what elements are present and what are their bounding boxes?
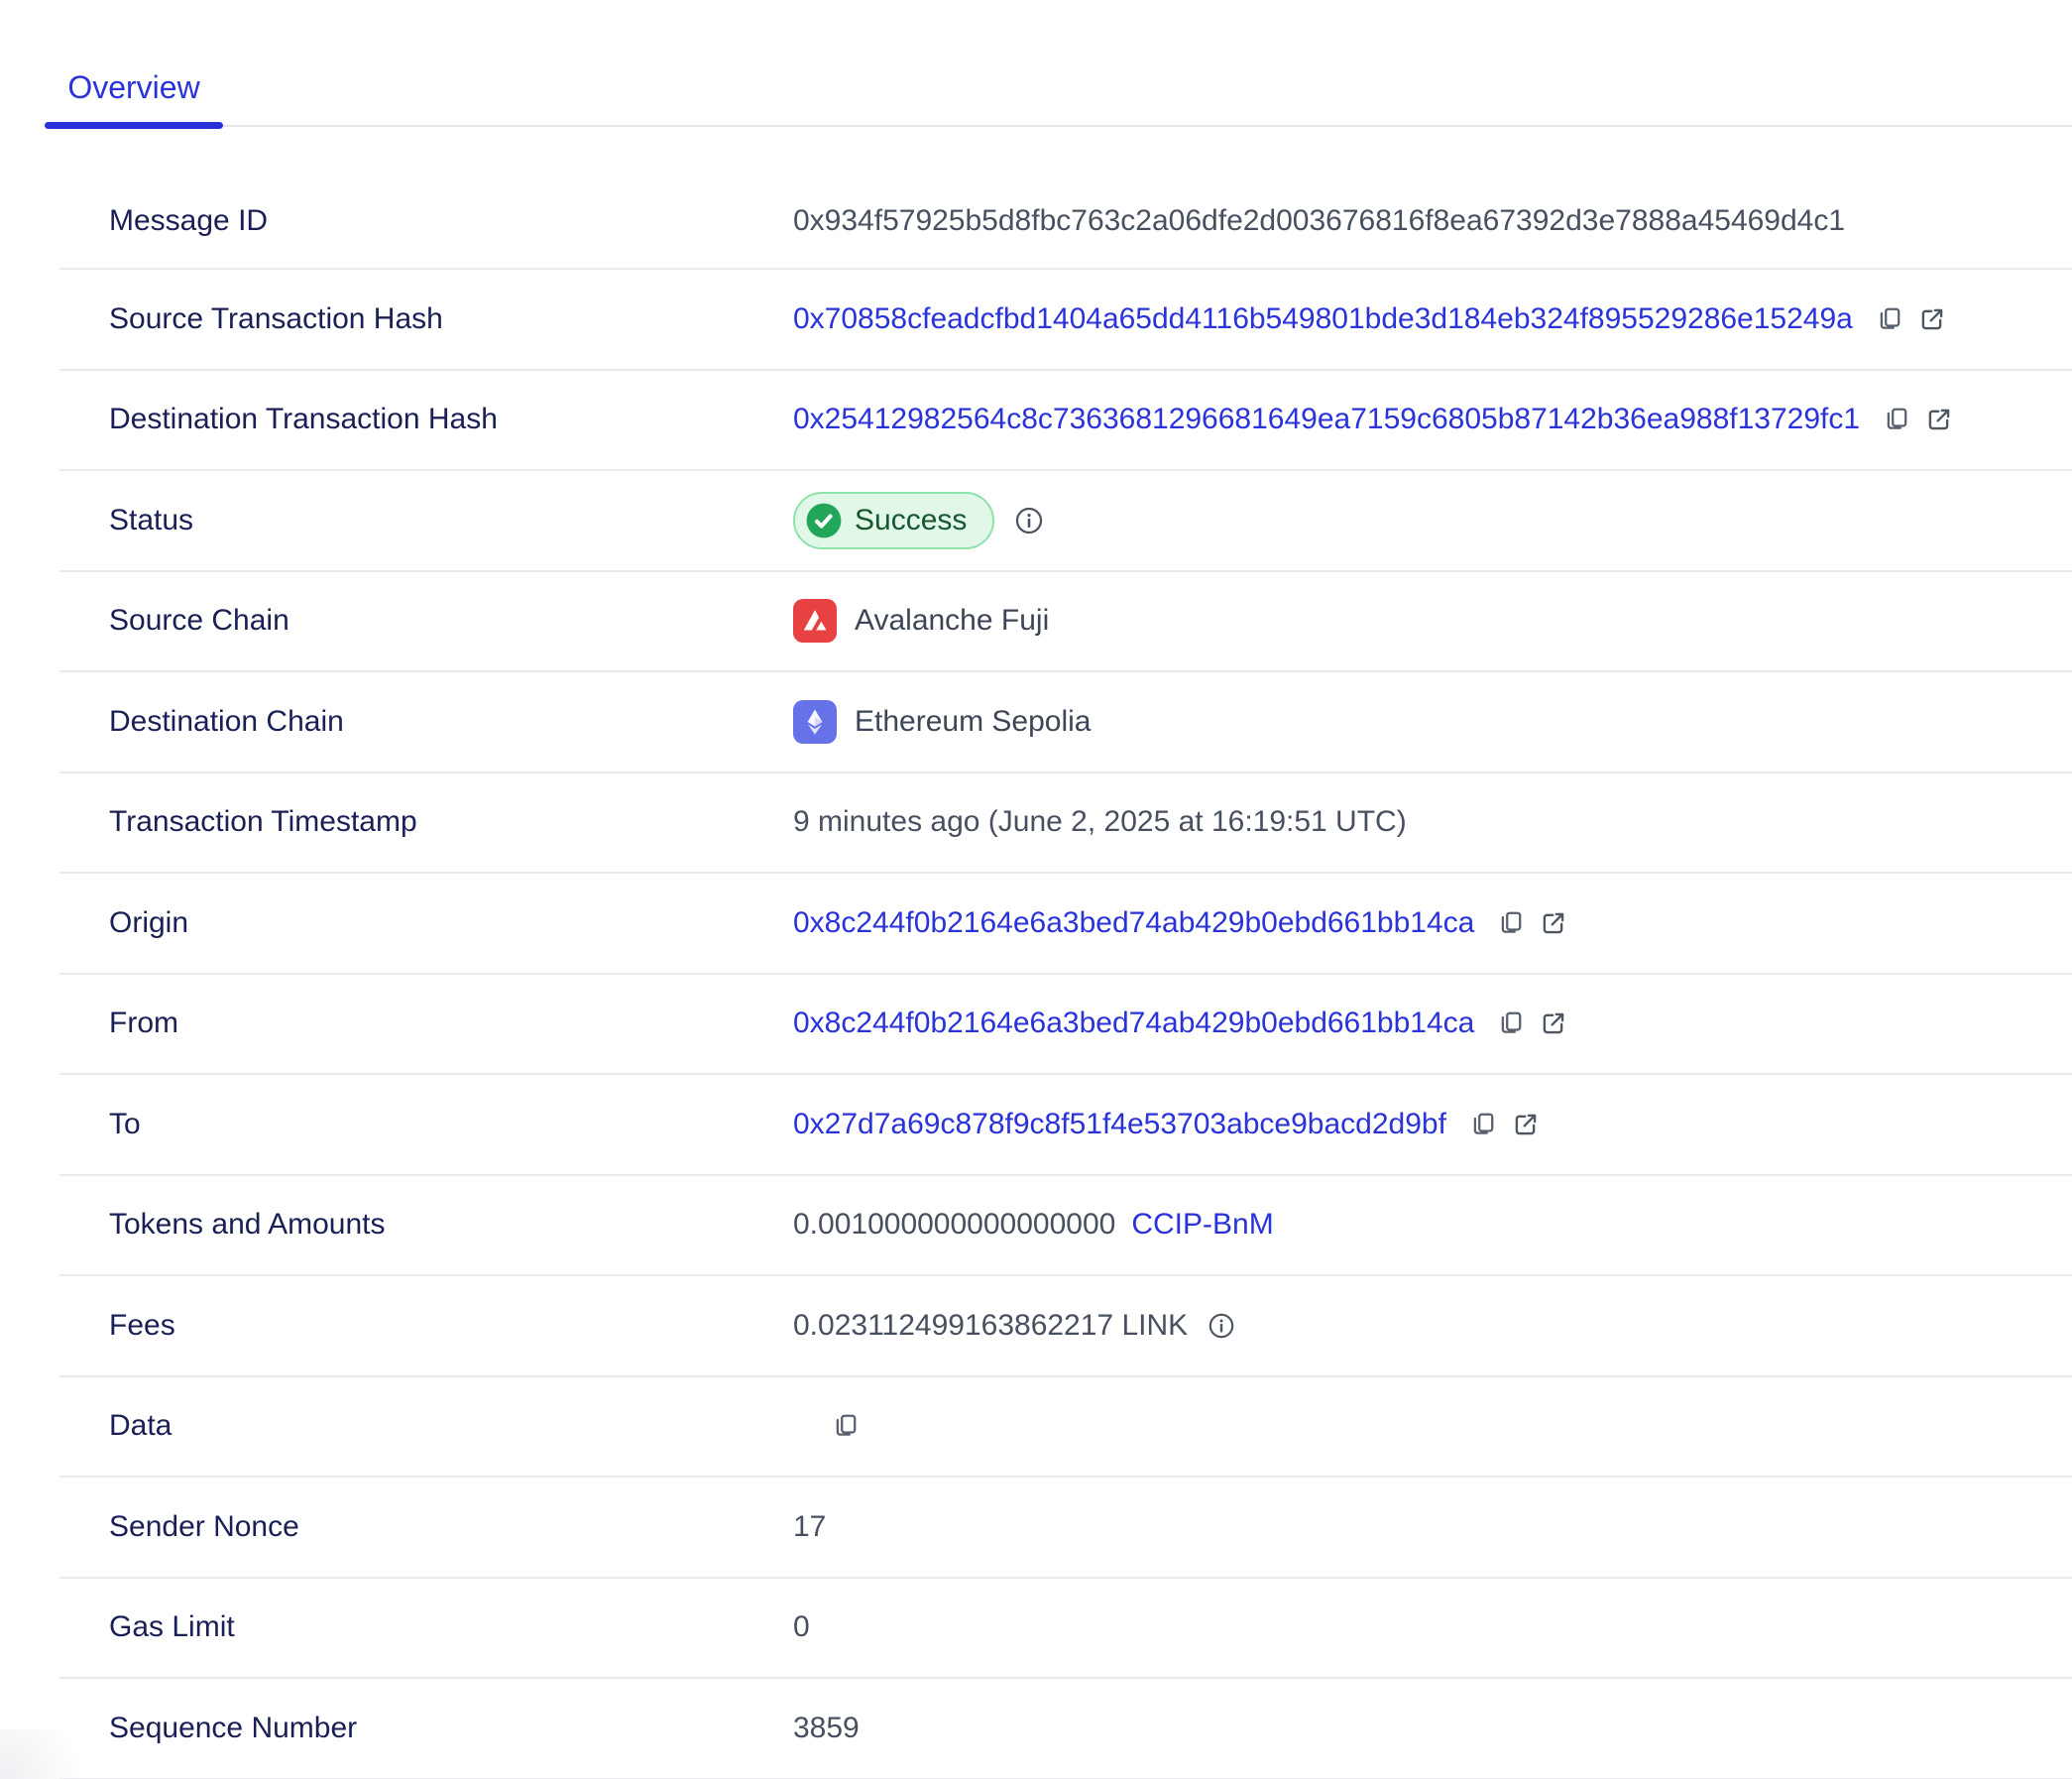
destination-tx-hash-link[interactable]: 0x25412982564c8c7363681296681649ea7159c6…	[793, 403, 1860, 436]
row-data: Data	[59, 1377, 2072, 1479]
avalanche-icon	[793, 599, 837, 643]
row-source-tx-hash: Source Transaction Hash 0x70858cfeadcfbd…	[59, 270, 2072, 371]
token-symbol-link[interactable]: CCIP-BnM	[1131, 1208, 1273, 1242]
copy-icon[interactable]	[1498, 1010, 1524, 1036]
transaction-details-table: Message ID 0x934f57925b5d8fbc763c2a06dfe…	[0, 125, 2072, 1779]
row-message-id: Message ID 0x934f57925b5d8fbc763c2a06dfe…	[59, 175, 2072, 270]
source-chain-name: Avalanche Fuji	[855, 604, 1049, 638]
source-tx-hash-link[interactable]: 0x70858cfeadcfbd1404a65dd4116b549801bde3…	[793, 302, 1853, 336]
to-label: To	[109, 1108, 793, 1141]
sequence-number-label: Sequence Number	[109, 1712, 793, 1745]
ethereum-icon	[793, 700, 837, 744]
tab-bar: Overview	[0, 0, 2072, 125]
row-origin: Origin 0x8c244f0b2164e6a3bed74ab429b0ebd…	[59, 874, 2072, 975]
destination-tx-hash-label: Destination Transaction Hash	[109, 403, 793, 436]
row-fees: Fees 0.023112499163862217 LINK	[59, 1276, 2072, 1377]
tab-overview[interactable]: Overview	[45, 0, 223, 125]
row-source-chain: Source Chain Avalanche Fuji	[59, 572, 2072, 673]
external-link-icon[interactable]	[1926, 407, 1952, 432]
message-id-label: Message ID	[109, 204, 793, 238]
external-link-icon[interactable]	[1541, 1010, 1566, 1036]
info-icon[interactable]	[1014, 506, 1044, 535]
from-label: From	[109, 1007, 793, 1040]
destination-chain-label: Destination Chain	[109, 705, 793, 739]
sender-nonce-value: 17	[793, 1510, 826, 1544]
external-link-icon[interactable]	[1513, 1112, 1539, 1137]
row-tokens-and-amounts: Tokens and Amounts 0.001000000000000000 …	[59, 1176, 2072, 1277]
row-gas-limit: Gas Limit 0	[59, 1579, 2072, 1680]
row-sender-nonce: Sender Nonce 17	[59, 1478, 2072, 1579]
from-address-link[interactable]: 0x8c244f0b2164e6a3bed74ab429b0ebd661bb14…	[793, 1007, 1474, 1040]
row-destination-chain: Destination Chain Ethereum Sepolia	[59, 672, 2072, 773]
row-destination-tx-hash: Destination Transaction Hash 0x254129825…	[59, 371, 2072, 472]
message-id-value: 0x934f57925b5d8fbc763c2a06dfe2d003676816…	[793, 204, 1845, 238]
data-label: Data	[109, 1409, 793, 1443]
origin-address-link[interactable]: 0x8c244f0b2164e6a3bed74ab429b0ebd661bb14…	[793, 906, 1474, 940]
tab-active-underline	[45, 122, 223, 129]
check-circle-icon	[805, 502, 843, 539]
status-label: Status	[109, 504, 793, 537]
fees-label: Fees	[109, 1309, 793, 1343]
copy-icon[interactable]	[833, 1413, 859, 1439]
to-address-link[interactable]: 0x27d7a69c878f9c8f51f4e53703abce9bacd2d9…	[793, 1108, 1446, 1141]
tokens-and-amounts-label: Tokens and Amounts	[109, 1208, 793, 1242]
row-from: From 0x8c244f0b2164e6a3bed74ab429b0ebd66…	[59, 975, 2072, 1076]
source-tx-hash-label: Source Transaction Hash	[109, 302, 793, 336]
row-sequence-number: Sequence Number 3859	[59, 1679, 2072, 1779]
row-transaction-timestamp: Transaction Timestamp 9 minutes ago (Jun…	[59, 773, 2072, 875]
transaction-timestamp-label: Transaction Timestamp	[109, 805, 793, 839]
destination-chain-name: Ethereum Sepolia	[855, 705, 1091, 739]
row-status: Status Success	[59, 471, 2072, 572]
fees-value: 0.023112499163862217 LINK	[793, 1309, 1188, 1343]
tab-track-line	[45, 125, 2072, 127]
copy-icon[interactable]	[1470, 1112, 1496, 1137]
sequence-number-value: 3859	[793, 1712, 860, 1745]
copy-icon[interactable]	[1884, 407, 1909, 432]
external-link-icon[interactable]	[1919, 306, 1945, 332]
info-icon[interactable]	[1208, 1312, 1235, 1340]
origin-label: Origin	[109, 906, 793, 940]
sender-nonce-label: Sender Nonce	[109, 1510, 793, 1544]
gas-limit-label: Gas Limit	[109, 1610, 793, 1644]
copy-icon[interactable]	[1498, 910, 1524, 936]
transaction-timestamp-value: 9 minutes ago (June 2, 2025 at 16:19:51 …	[793, 805, 1407, 839]
token-amount-value: 0.001000000000000000	[793, 1208, 1115, 1242]
status-badge: Success	[793, 492, 994, 549]
copy-icon[interactable]	[1877, 306, 1902, 332]
row-to: To 0x27d7a69c878f9c8f51f4e53703abce9bacd…	[59, 1075, 2072, 1176]
source-chain-label: Source Chain	[109, 604, 793, 638]
gas-limit-value: 0	[793, 1610, 810, 1644]
external-link-icon[interactable]	[1541, 910, 1566, 936]
status-badge-text: Success	[855, 504, 967, 537]
